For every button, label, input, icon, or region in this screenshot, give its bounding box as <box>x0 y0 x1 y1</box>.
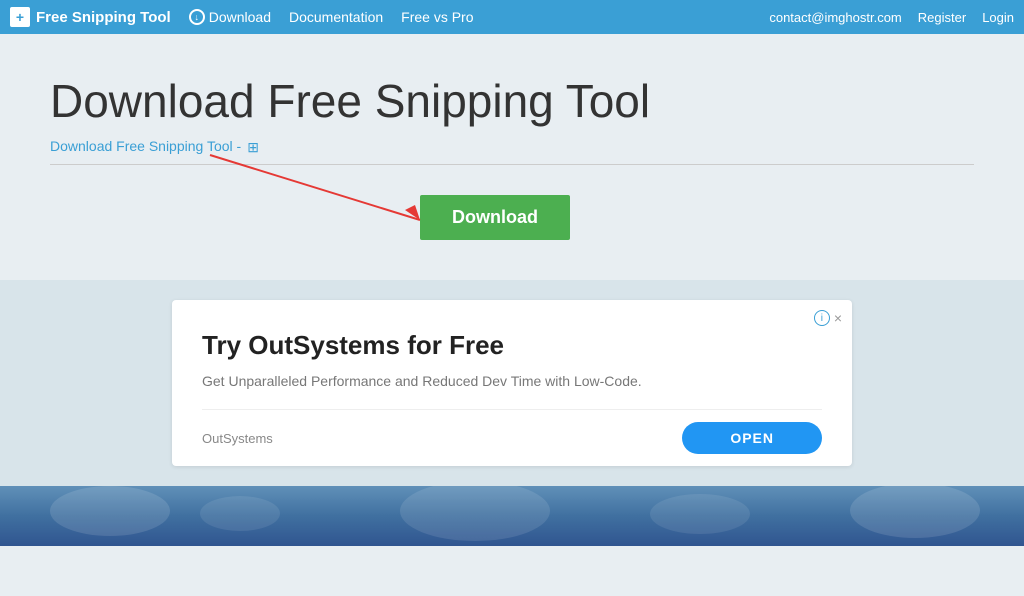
nav-email[interactable]: contact@imghostr.com <box>769 10 901 25</box>
subtitle-link[interactable]: Download Free Snipping Tool - <box>50 138 974 154</box>
nav-download-link[interactable]: ↓ Download <box>189 9 271 25</box>
nav-right: contact@imghostr.com Register Login <box>769 10 1014 25</box>
nav-freevspro-link[interactable]: Free vs Pro <box>401 9 473 25</box>
close-icon[interactable]: × <box>834 310 842 326</box>
page-title: Download Free Snipping Tool <box>50 74 974 128</box>
nav-left: + Free Snipping Tool ↓ Download Document… <box>10 7 474 27</box>
divider <box>50 164 974 165</box>
nav-documentation-label: Documentation <box>289 9 383 25</box>
windows-icon <box>247 139 263 153</box>
download-circle-icon: ↓ <box>189 9 205 25</box>
cloud-background <box>0 486 1024 546</box>
bottom-image-strip <box>0 486 1024 546</box>
brand-label: Free Snipping Tool <box>36 9 171 26</box>
nav-register[interactable]: Register <box>918 10 966 25</box>
nav-freevspro-label: Free vs Pro <box>401 9 473 25</box>
ad-open-button[interactable]: OPEN <box>682 422 822 454</box>
info-icon: i <box>814 310 830 326</box>
download-area: Download <box>420 195 974 240</box>
ad-description: Get Unparalleled Performance and Reduced… <box>202 373 822 389</box>
nav-login[interactable]: Login <box>982 10 1014 25</box>
nav-documentation-link[interactable]: Documentation <box>289 9 383 25</box>
ad-section: i × Try OutSystems for Free Get Unparall… <box>0 280 1024 486</box>
nav-download-label: Download <box>209 9 271 25</box>
ad-card: i × Try OutSystems for Free Get Unparall… <box>172 300 852 466</box>
download-button[interactable]: Download <box>420 195 570 240</box>
navbar: + Free Snipping Tool ↓ Download Document… <box>0 0 1024 34</box>
brand-icon: + <box>10 7 30 27</box>
ad-info-close[interactable]: i × <box>814 310 842 326</box>
ad-footer: OutSystems OPEN <box>202 409 822 466</box>
brand[interactable]: + Free Snipping Tool <box>10 7 171 27</box>
main-content: Download Free Snipping Tool Download Fre… <box>0 34 1024 280</box>
subtitle-link-text: Download Free Snipping Tool - <box>50 138 241 154</box>
ad-title: Try OutSystems for Free <box>202 330 822 361</box>
ad-brand-name: OutSystems <box>202 431 273 446</box>
